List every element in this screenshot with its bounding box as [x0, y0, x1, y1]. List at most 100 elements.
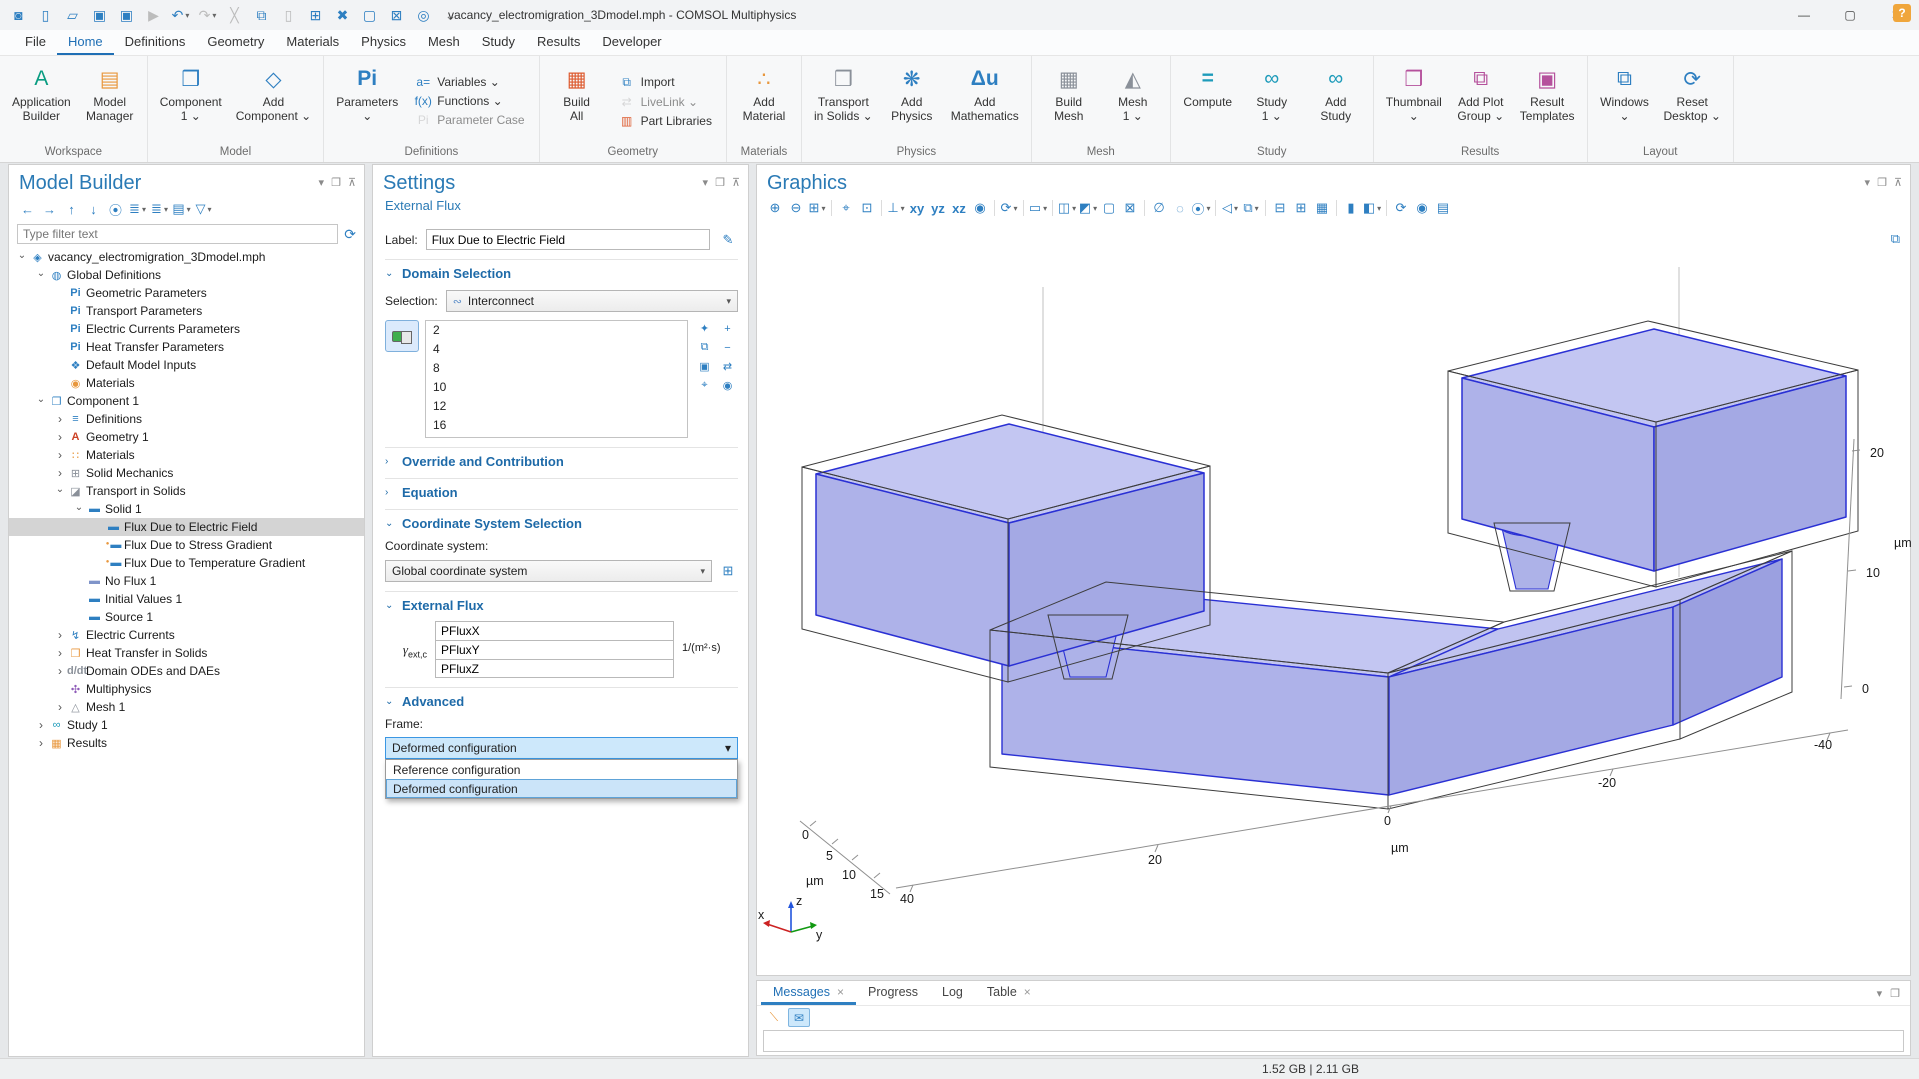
dock-tab[interactable]: Messages × [761, 981, 856, 1005]
tree-expander-icon[interactable] [53, 486, 67, 497]
domain-list-item[interactable]: 4 [426, 340, 687, 359]
frame-dropdown[interactable]: Deformed configuration ▾ [385, 737, 738, 759]
import-button[interactable]: ⧉ Import [614, 74, 716, 91]
view-xz-plane-icon[interactable]: xz [949, 198, 969, 218]
tree-item[interactable]: ▬ No Flux 1 [9, 572, 364, 590]
copy-selection-icon[interactable]: ⧉ [694, 339, 715, 356]
panel-menu-icon[interactable]: ▾ [319, 176, 325, 189]
section-coordinate-system[interactable]: ⌄ Coordinate System Selection [385, 509, 738, 531]
pin-panel-icon[interactable]: ⊼ [348, 176, 356, 189]
zoom-extents-icon[interactable]: ⊡ [857, 198, 877, 218]
add-to-selection-icon[interactable]: + [717, 320, 738, 337]
tree-item[interactable]: Pi Heat Transfer Parameters [9, 338, 364, 356]
section-override[interactable]: › Override and Contribution [385, 447, 738, 469]
tree-item[interactable]: ◪ Transport in Solids [9, 482, 364, 500]
section-advanced[interactable]: ⌄ Advanced [385, 687, 738, 709]
thumbnail-button[interactable]: ❒ Thumbnail ⌄ [1380, 59, 1448, 143]
add-material-button[interactable]: ∴ Add Material [733, 59, 795, 143]
float-panel-icon[interactable]: ❐ [715, 176, 725, 189]
frame-option[interactable]: Deformed configuration [386, 779, 737, 798]
deactivate-selection-icon[interactable]: ◉ [717, 377, 738, 394]
tree-item[interactable]: d/dt Domain ODEs and DAEs [9, 662, 364, 680]
mesh-1-button[interactable]: ◭ Mesh 1 ⌄ [1102, 59, 1164, 143]
appearance-icon[interactable]: ▭ [1028, 198, 1048, 218]
tree-expander-icon[interactable] [34, 270, 48, 281]
dock-tab[interactable]: Table × [975, 981, 1043, 1005]
save-as-icon[interactable]: ▣ [114, 4, 139, 26]
tree-expander-icon[interactable] [72, 504, 86, 515]
refresh-icon[interactable]: ⟳ [344, 226, 356, 243]
tree-expander-icon[interactable] [53, 664, 67, 678]
tree-expander-icon[interactable] [53, 430, 67, 444]
go-to-default-view-icon[interactable]: ⌖ [836, 198, 856, 218]
tree-expander-icon[interactable] [34, 718, 48, 732]
undo-icon[interactable]: ↶ [168, 4, 193, 26]
tree-item[interactable]: ↯ Electric Currents [9, 626, 364, 644]
duplicate-icon[interactable]: ⊞ [303, 4, 328, 26]
tree-item[interactable]: ▬ Flux Due to Temperature Gradient [9, 554, 364, 572]
scene-light-icon[interactable]: ◩ [1078, 198, 1098, 218]
panel-menu-icon[interactable]: ▾ [1877, 987, 1883, 1000]
go-to-view-icon[interactable]: ◉ [970, 198, 990, 218]
component-1-button[interactable]: ❒ Component 1 ⌄ [154, 59, 228, 143]
tree-expander-icon[interactable] [34, 396, 48, 407]
go-back-icon[interactable]: ← [17, 199, 38, 219]
tree-item[interactable]: ▬ Flux Due to Electric Field [9, 518, 364, 536]
paste-selection-icon[interactable]: ▣ [694, 358, 715, 375]
dock-tab[interactable]: Log × [930, 981, 975, 1005]
move-up-icon[interactable]: ↑ [61, 199, 82, 219]
part-libraries-button[interactable]: ▥ Part Libraries [614, 113, 716, 129]
tree-item[interactable]: ≡ Definitions [9, 410, 364, 428]
view-yz-plane-icon[interactable]: yz [928, 198, 948, 218]
functions-button[interactable]: f(x) Functions ⌄ [410, 93, 528, 109]
selection-dropdown[interactable]: ∾ Interconnect ▾ [446, 290, 738, 312]
domain-list-item[interactable]: 16 [426, 416, 687, 435]
livelink-button[interactable]: ⇄ LiveLink ⌄ [614, 94, 716, 110]
minimize-button[interactable]: — [1781, 0, 1827, 30]
reset-desktop-button[interactable]: ⟳ Reset Desktop ⌄ [1658, 59, 1727, 143]
menu-tab[interactable]: Study [471, 30, 526, 55]
view-unhide-icon[interactable]: ⦿ [1191, 198, 1211, 218]
section-domain-selection[interactable]: ⌄ Domain Selection [385, 259, 738, 281]
3d-scene[interactable]: 20 10 0 µm 40 20 0 -20 -40 µm 0 5 10 15 … [758, 227, 1911, 975]
redo-icon[interactable]: ↷ [195, 4, 220, 26]
transport-in-solids-button[interactable]: ❒ Transport in Solids ⌄ [808, 59, 879, 143]
tree-item[interactable]: ▬ Source 1 [9, 608, 364, 626]
transparency-icon[interactable]: ◌ [1170, 198, 1190, 218]
find-icon[interactable]: ◎ [411, 4, 436, 26]
windows-button[interactable]: ⧉ Windows ⌄ [1594, 59, 1656, 143]
tile-views-icon[interactable]: ▦ [1312, 198, 1332, 218]
select-box-mode-icon[interactable]: ▢ [1099, 198, 1119, 218]
selection-colors-icon[interactable]: ▮ [1341, 198, 1361, 218]
print-icon[interactable]: ▤ [1433, 198, 1453, 218]
tree-item[interactable]: ◉ Materials [9, 374, 364, 392]
tree-expander-icon[interactable] [15, 252, 29, 263]
variables-button[interactable]: a= Variables ⌄ [410, 74, 528, 90]
axis-orientation-icon[interactable]: ⊥ [886, 198, 906, 218]
open-messages-window-icon[interactable]: ✉ [788, 1008, 810, 1027]
split-horizontal-icon[interactable]: ⊟ [1270, 198, 1290, 218]
scene-update-icon[interactable]: ⟳ [1391, 198, 1411, 218]
tree-item[interactable]: ▬ Flux Due to Stress Gradient [9, 536, 364, 554]
add-physics-button[interactable]: ❋ Add Physics [881, 59, 943, 143]
pin-panel-icon[interactable]: ⊼ [732, 176, 740, 189]
section-equation[interactable]: › Equation [385, 478, 738, 500]
run-icon[interactable]: ▶ [141, 4, 166, 26]
maximize-button[interactable]: ▢ [1827, 0, 1873, 30]
tree-expander-icon[interactable] [53, 466, 67, 480]
image-effects-icon[interactable]: ◫ [1057, 198, 1077, 218]
zoom-box-icon[interactable]: ⊞ [807, 198, 827, 218]
result-templates-button[interactable]: ▣ Result Templates [1514, 59, 1581, 143]
frame-option[interactable]: Reference configuration [386, 760, 737, 779]
messages-output[interactable] [763, 1030, 1904, 1052]
panel-menu-icon[interactable]: ▾ [1865, 176, 1871, 189]
tree-expander-icon[interactable] [53, 646, 67, 660]
view-xy-plane-icon[interactable]: xy [907, 198, 927, 218]
clear-selection-icon[interactable]: ⊠ [384, 4, 409, 26]
selection-wand-icon[interactable]: ✦ [694, 320, 715, 337]
domain-list-item[interactable]: 10 [426, 378, 687, 397]
tree-item[interactable]: ∷ Materials [9, 446, 364, 464]
graphics-window-icon[interactable]: ⧉ [1241, 198, 1261, 218]
expand-tree-icon[interactable]: ≣ [127, 199, 148, 219]
zoom-in-icon[interactable]: ⊕ [765, 198, 785, 218]
